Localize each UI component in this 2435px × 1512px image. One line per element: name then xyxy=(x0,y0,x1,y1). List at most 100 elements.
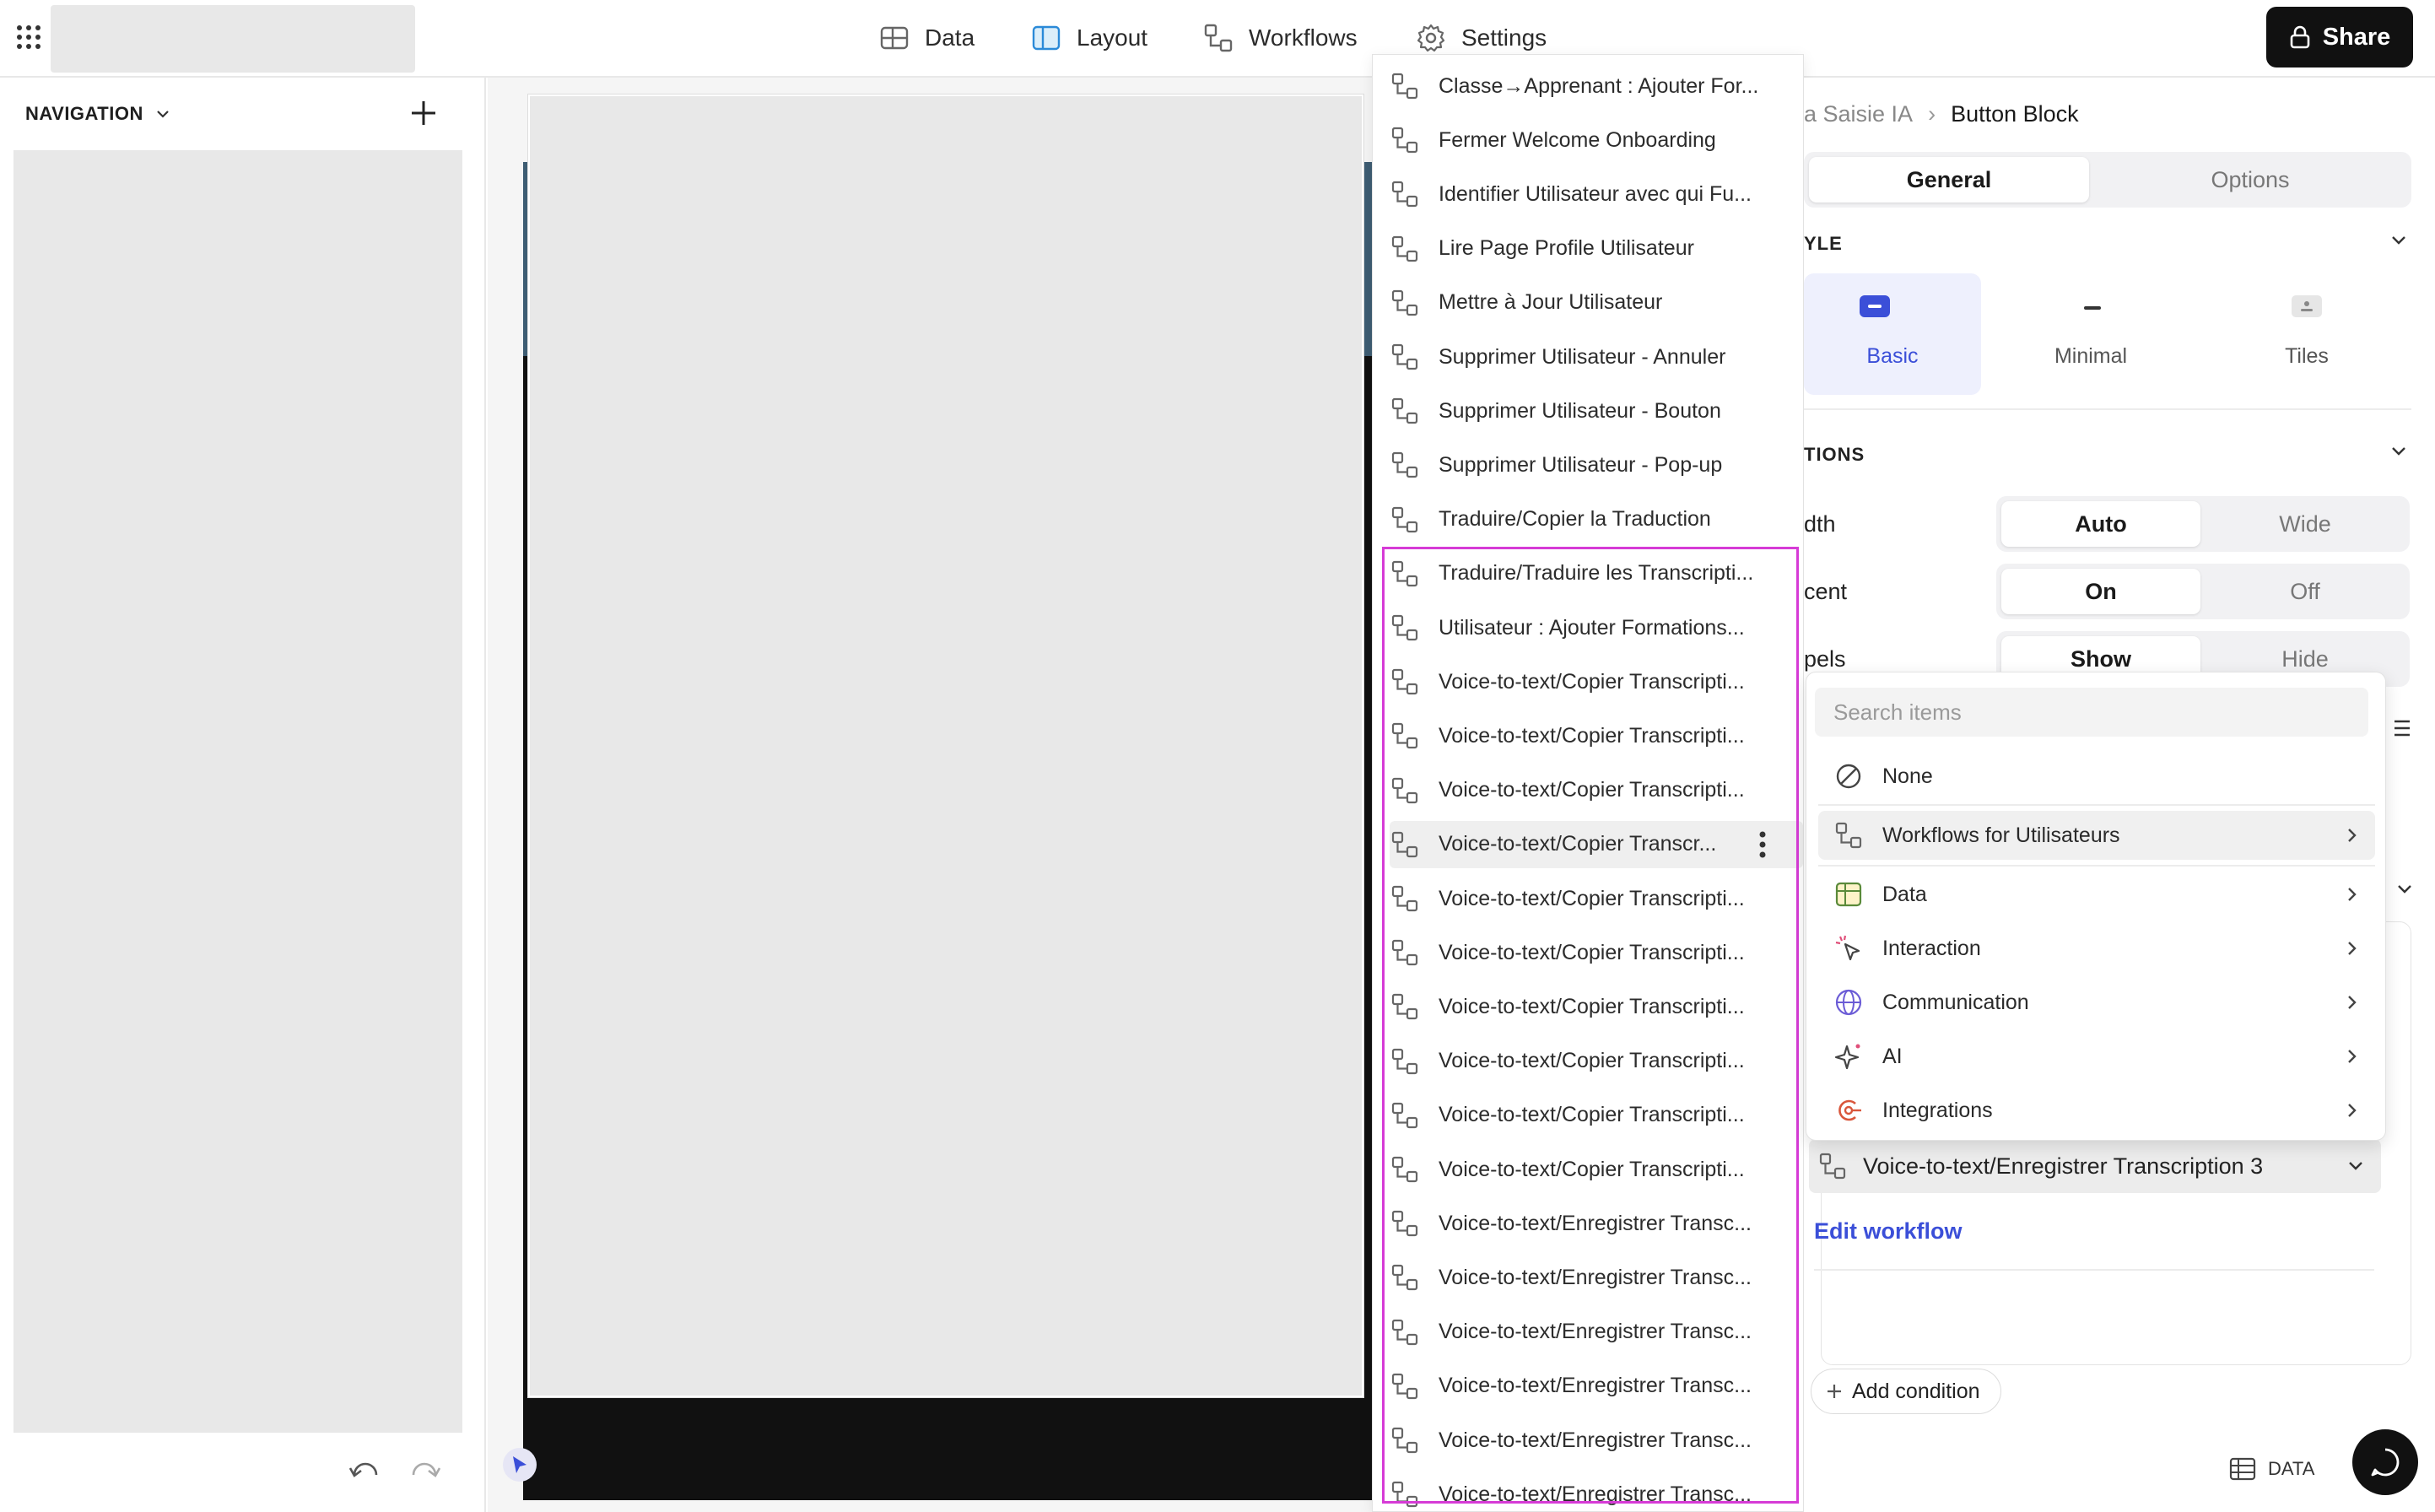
workflow-list-item[interactable]: Voice-to-text/Copier Transcripti... xyxy=(1390,875,1803,922)
data-footer-button[interactable]: DATA xyxy=(2229,1456,2314,1482)
tab-label: Settings xyxy=(1461,24,1547,51)
workflow-list-item[interactable]: Traduire/Traduire les Transcripti... xyxy=(1390,550,1803,597)
tab-options[interactable]: Options xyxy=(2094,157,2406,202)
plus-icon xyxy=(1825,1382,1844,1401)
workflow-list-item[interactable]: Supprimer Utilisateur - Bouton xyxy=(1390,387,1803,435)
workflow-list-item[interactable]: Mettre à Jour Utilisateur xyxy=(1390,279,1803,327)
app-grid-icon[interactable] xyxy=(15,24,42,51)
action-menu-item[interactable]: None xyxy=(1818,752,2375,801)
workflow-item-label: Voice-to-text/Enregistrer Transc... xyxy=(1439,1428,1752,1452)
workflow-list-item[interactable]: Fermer Welcome Onboarding xyxy=(1390,116,1803,164)
workflow-list-item[interactable]: Voice-to-text/Enregistrer Transc... xyxy=(1390,1309,1803,1356)
workflow-list-item[interactable]: Identifier Utilisateur avec qui Fu... xyxy=(1390,170,1803,218)
accent-off-option[interactable]: Off xyxy=(2206,569,2405,614)
action-menu-item[interactable]: Data xyxy=(1818,870,2375,919)
tab-label: Layout xyxy=(1077,24,1148,51)
workflow-list-item[interactable]: Voice-to-text/Enregistrer Transc... xyxy=(1390,1200,1803,1247)
breadcrumb-current: Button Block xyxy=(1951,101,2079,127)
list-icon[interactable] xyxy=(2386,716,2411,741)
sparkle-icon xyxy=(1833,1041,1864,1072)
integrations-icon xyxy=(1833,1095,1864,1126)
share-button[interactable]: Share xyxy=(2266,7,2413,68)
workflow-item-label: Voice-to-text/Enregistrer Transc... xyxy=(1439,1211,1752,1235)
general-options-tabs: General Options xyxy=(1804,152,2411,208)
workflow-list-item[interactable]: Voice-to-text/Copier Transcr... xyxy=(1390,820,1803,868)
breadcrumb: a Saisie IA › Button Block xyxy=(1804,101,2079,127)
tab-settings[interactable]: Settings xyxy=(1416,17,1547,59)
chevron-down-icon[interactable] xyxy=(2388,230,2410,251)
workflow-icon xyxy=(1390,1371,1420,1401)
search-items-field[interactable]: Search items xyxy=(1815,688,2368,737)
workflow-list-item[interactable]: Voice-to-text/Copier Transcripti... xyxy=(1390,983,1803,1030)
breadcrumb-parent[interactable]: a Saisie IA xyxy=(1804,101,1913,127)
workflow-list-item[interactable]: Voice-to-text/Copier Transcripti... xyxy=(1390,929,1803,976)
action-picker-menu: Search items None Workflows for Utilisate… xyxy=(1806,672,2386,1141)
workflow-list-item[interactable]: Voice-to-text/Enregistrer Transc... xyxy=(1390,1471,1803,1511)
tab-general[interactable]: General xyxy=(1809,157,2089,202)
workflow-list-item[interactable]: Voice-to-text/Enregistrer Transc... xyxy=(1390,1363,1803,1410)
preview-content-placeholder xyxy=(528,94,1363,1397)
accent-on-option[interactable]: On xyxy=(2001,569,2200,614)
workflow-list-item[interactable]: Voice-to-text/Copier Transcripti... xyxy=(1390,1038,1803,1085)
data-footer-label: DATA xyxy=(2268,1458,2315,1479)
none-icon xyxy=(1833,761,1864,791)
tab-workflows[interactable]: Workflows xyxy=(1203,17,1358,59)
tab-layout[interactable]: Layout xyxy=(1031,17,1147,59)
add-condition-label: Add condition xyxy=(1852,1379,1980,1403)
workflow-icon xyxy=(1833,820,1864,850)
minimal-style-icon[interactable] xyxy=(2082,302,2103,314)
divider xyxy=(1814,1269,2374,1271)
style-label[interactable]: Tiles xyxy=(2222,344,2391,369)
workflow-item-label: Voice-to-text/Enregistrer Transc... xyxy=(1439,1374,1752,1398)
workflow-list-item[interactable]: Voice-to-text/Enregistrer Transc... xyxy=(1390,1254,1803,1301)
workflow-list-item[interactable]: Voice-to-text/Copier Transcripti... xyxy=(1390,1146,1803,1193)
chevron-down-icon[interactable] xyxy=(2395,879,2415,899)
workflow-icon xyxy=(1390,991,1420,1022)
style-section-title: YLE xyxy=(1804,233,1843,254)
workflow-list-item[interactable]: Voice-to-text/Copier Transcripti... xyxy=(1390,712,1803,759)
action-menu-item[interactable]: AI xyxy=(1818,1032,2375,1081)
add-condition-button[interactable]: Add condition xyxy=(1811,1369,2001,1414)
editor-canvas xyxy=(488,78,1374,1512)
selected-action-select[interactable]: Voice-to-text/Enregistrer Transcription … xyxy=(1809,1139,2381,1193)
workflow-list-item[interactable]: Utilisateur : Ajouter Formations... xyxy=(1390,604,1803,651)
workflow-list-item[interactable]: Voice-to-text/Copier Transcripti... xyxy=(1390,1092,1803,1139)
width-wide-option[interactable]: Wide xyxy=(2206,501,2405,547)
breadcrumb-separator: › xyxy=(1928,101,1936,127)
workflow-item-label: Voice-to-text/Copier Transcr... xyxy=(1439,832,1717,856)
workflow-list-item[interactable]: Supprimer Utilisateur - Pop-up xyxy=(1390,441,1803,489)
add-icon[interactable] xyxy=(408,98,439,128)
workflow-icon xyxy=(1390,1479,1420,1509)
navigation-header[interactable]: NAVIGATION xyxy=(25,103,172,125)
action-menu-item[interactable]: Integrations xyxy=(1818,1086,2375,1135)
workflow-item-label: Voice-to-text/Copier Transcripti... xyxy=(1439,723,1745,748)
width-auto-option[interactable]: Auto xyxy=(2001,501,2200,547)
style-basic-option[interactable] xyxy=(1804,273,1981,395)
edit-workflow-link[interactable]: Edit workflow xyxy=(1814,1218,1963,1245)
undo-icon[interactable] xyxy=(348,1456,381,1487)
workflow-list-item[interactable]: Lire Page Profile Utilisateur xyxy=(1390,225,1803,273)
workflow-list-item[interactable]: Classe→Apprenant : Ajouter For... xyxy=(1390,62,1803,110)
divider xyxy=(1818,865,2375,867)
workflow-list-item[interactable]: Supprimer Utilisateur - Annuler xyxy=(1390,333,1803,381)
workflow-item-label: Traduire/Traduire les Transcripti... xyxy=(1439,561,1754,586)
redo-icon[interactable] xyxy=(408,1456,442,1487)
workflow-list-item[interactable]: Traduire/Copier la Traduction xyxy=(1390,496,1803,543)
tiles-style-icon[interactable] xyxy=(2290,294,2324,319)
chat-button[interactable] xyxy=(2352,1429,2418,1495)
workflow-list-item[interactable]: Voice-to-text/Enregistrer Transc... xyxy=(1390,1417,1803,1464)
more-vertical-icon[interactable] xyxy=(1747,829,1778,860)
style-label[interactable]: Minimal xyxy=(2006,344,2175,369)
action-menu-item[interactable]: Interaction xyxy=(1818,924,2375,973)
workflow-icon xyxy=(1390,234,1420,264)
tab-label: Workflows xyxy=(1249,24,1358,51)
workflow-list-item[interactable]: Voice-to-text/Copier Transcripti... xyxy=(1390,658,1803,705)
action-menu-item[interactable]: Communication xyxy=(1818,978,2375,1027)
workflow-dropdown-list: Classe→Apprenant : Ajouter For... Fermer … xyxy=(1372,54,1804,1512)
action-menu-item[interactable]: Workflows for Utilisateurs xyxy=(1818,811,2375,860)
workflow-list-item[interactable]: Voice-to-text/Copier Transcripti... xyxy=(1390,767,1803,814)
chevron-down-icon[interactable] xyxy=(2388,440,2410,462)
tab-data[interactable]: Data xyxy=(879,17,975,59)
workflow-item-label: Supprimer Utilisateur - Pop-up xyxy=(1439,452,1723,477)
workflow-icon xyxy=(1390,396,1420,426)
